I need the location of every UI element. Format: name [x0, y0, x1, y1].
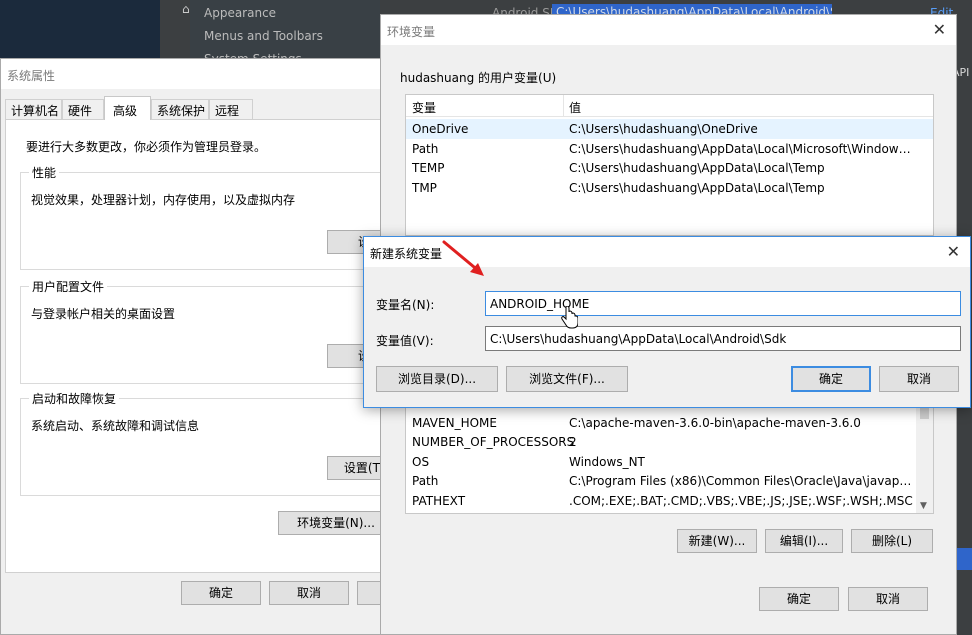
new-variable-cancel-button[interactable]: 取消 [879, 366, 959, 392]
user-variables-header: 变量 值 [406, 95, 933, 117]
ide-menu-item-menus-toolbars[interactable]: Menus and Toolbars [204, 29, 323, 43]
advanced-tab-panel: 要进行大多数更改，你必须作为管理员登录。 性能 视觉效果，处理器计划，内存使用，… [5, 119, 417, 573]
user-profiles-group: 用户配置文件 与登录帐户相关的桌面设置 设置 [20, 278, 413, 384]
table-row[interactable]: NUMBER_OF_PROCESSORS 2 [406, 432, 933, 452]
tab-advanced[interactable]: 高级 [104, 96, 151, 120]
user-variables-label: hudashuang 的用户变量(U) [400, 71, 557, 85]
table-row[interactable]: OneDrive C:\Users\hudashuang\OneDrive [406, 119, 933, 139]
startup-recovery-desc: 系统启动、系统故障和调试信息 [31, 419, 200, 433]
new-variable-ok-button[interactable]: 确定 [791, 366, 871, 392]
browse-file-button[interactable]: 浏览文件(F)... [506, 366, 628, 392]
table-row[interactable]: Path C:\Users\hudashuang\AppData\Local\M… [406, 139, 933, 159]
browse-directory-button[interactable]: 浏览目录(D)... [376, 366, 498, 392]
environment-variables-ok-button[interactable]: 确定 [759, 587, 839, 611]
table-row[interactable]: MAVEN_HOME C:\apache-maven-3.6.0-bin\apa… [406, 413, 933, 433]
column-header-variable[interactable]: 变量 [412, 99, 436, 116]
hand-cursor-icon [561, 306, 578, 329]
tab-remote[interactable]: 远程 [209, 99, 253, 119]
variable-value-input[interactable] [485, 326, 961, 351]
system-properties-cancel-button[interactable]: 取消 [269, 581, 349, 605]
tab-hardware[interactable]: 硬件 [62, 99, 104, 119]
table-row[interactable]: TMP C:\Users\hudashuang\AppData\Local\Te… [406, 178, 933, 198]
system-properties-ok-button[interactable]: 确定 [181, 581, 261, 605]
environment-variables-cancel-button[interactable]: 取消 [848, 587, 928, 611]
system-variable-delete-button[interactable]: 删除(L) [851, 529, 933, 553]
user-variables-list[interactable]: 变量 值 OneDrive C:\Users\hudashuang\OneDri… [405, 94, 934, 236]
variable-name-label: 变量名(N): [376, 298, 435, 312]
performance-desc: 视觉效果，处理器计划，内存使用，以及虚拟内存 [31, 193, 296, 207]
close-icon[interactable]: ✕ [933, 20, 946, 39]
performance-group: 性能 视觉效果，处理器计划，内存使用，以及虚拟内存 设置 [20, 164, 413, 270]
ide-selected-row [955, 548, 972, 570]
ide-menu-item-appearance[interactable]: Appearance [204, 6, 276, 20]
table-row[interactable]: TEMP C:\Users\hudashuang\AppData\Local\T… [406, 158, 933, 178]
table-row[interactable]: OS Windows_NT [406, 452, 933, 472]
startup-recovery-title: 启动和故障恢复 [29, 390, 120, 407]
home-icon: ⌂ [182, 2, 190, 16]
user-profiles-title: 用户配置文件 [29, 278, 108, 295]
close-icon[interactable]: ✕ [947, 242, 960, 261]
performance-title: 性能 [29, 164, 60, 181]
tab-computer-name[interactable]: 计算机名 [5, 99, 62, 119]
system-variables-list[interactable]: MAVEN_HOME C:\apache-maven-3.6.0-bin\apa… [405, 399, 934, 514]
system-properties-window: 系统属性 计算机名 硬件 高级 系统保护 远程 要进行大多数更改，你必须作为管理… [0, 58, 420, 635]
admin-note: 要进行大多数更改，你必须作为管理员登录。 [26, 140, 267, 154]
table-row[interactable]: Path C:\Program Files (x86)\Common Files… [406, 471, 933, 491]
environment-variables-title: 环境变量 [381, 15, 956, 45]
new-system-variable-dialog: 新建系统变量 ✕ 变量名(N): 变量值(V): 浏览目录(D)... 浏览文件… [363, 236, 971, 408]
system-variable-edit-button[interactable]: 编辑(I)... [765, 529, 843, 553]
tab-system-protection[interactable]: 系统保护 [151, 99, 209, 119]
environment-variables-button[interactable]: 环境变量(N)... [278, 511, 394, 535]
user-profiles-desc: 与登录帐户相关的桌面设置 [31, 307, 176, 321]
system-properties-title: 系统属性 [1, 59, 419, 89]
system-variables-scrollbar[interactable]: ▼ [916, 399, 933, 513]
startup-recovery-group: 启动和故障恢复 系统启动、系统故障和调试信息 设置(T)... [20, 390, 413, 496]
new-system-variable-title: 新建系统变量 [364, 237, 970, 267]
system-variable-new-button[interactable]: 新建(W)... [677, 529, 757, 553]
variable-name-input[interactable] [485, 291, 961, 316]
variable-value-label: 变量值(V): [376, 334, 434, 348]
scroll-down-icon[interactable]: ▼ [920, 501, 927, 511]
column-header-value[interactable]: 值 [569, 99, 581, 116]
table-row[interactable]: PATHEXT .COM;.EXE;.BAT;.CMD;.VBS;.VBE;.J… [406, 491, 933, 511]
